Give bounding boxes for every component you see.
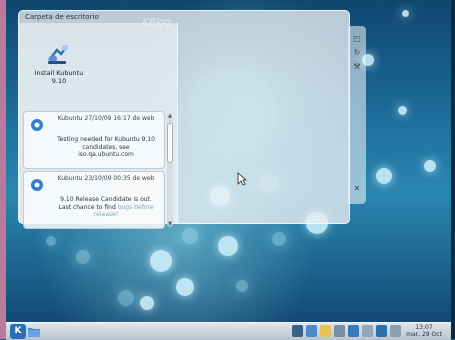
clipboard-icon[interactable]: [362, 325, 373, 337]
resize-icon[interactable]: ◰: [352, 34, 362, 44]
feed-item-body: Testing needed for Kubuntu 9.10 candidat…: [57, 136, 155, 158]
bokeh-light: [376, 168, 392, 184]
taskbar: K 13:07 mar, 29 Oct: [6, 322, 451, 340]
bokeh-light: [236, 280, 248, 292]
mouse-cursor-icon: [237, 172, 247, 186]
folder-view-content: Install Kubuntu 9.10 Kubuntu 27/10/09 16…: [19, 23, 178, 229]
scroll-thumb[interactable]: [167, 123, 173, 163]
volume-icon[interactable]: [348, 325, 359, 337]
folder-view-widget[interactable]: Carpeta de escritorio KBlog Install Kubu…: [18, 10, 350, 229]
news-feed: Kubuntu 27/10/09 16:17 de web Testing ne…: [23, 111, 173, 229]
pager-icon[interactable]: [292, 325, 303, 337]
bokeh-light: [140, 296, 154, 310]
bokeh-light: [272, 232, 286, 246]
installer-icon[interactable]: [45, 40, 71, 66]
clock[interactable]: 13:07 mar, 29 Oct: [400, 324, 448, 338]
bokeh-light: [118, 290, 134, 306]
kubuntu-logo-icon: [31, 119, 43, 131]
clock-date: mar, 29 Oct: [406, 331, 442, 338]
bokeh-light: [46, 236, 56, 246]
folder-view-title: Carpeta de escritorio: [25, 13, 99, 21]
bokeh-light: [398, 106, 407, 115]
feed-item-body: 9.10 Release Candidate is out. Last chan…: [54, 196, 158, 219]
settings-icon[interactable]: ⚒: [352, 62, 362, 72]
network-icon[interactable]: [334, 325, 345, 337]
kickoff-menu-button[interactable]: K: [10, 324, 26, 339]
scroll-down-icon[interactable]: ▼: [167, 221, 173, 227]
bokeh-light: [218, 236, 238, 256]
close-icon[interactable]: ✕: [352, 184, 362, 194]
folder-tray-icon[interactable]: [320, 325, 331, 337]
system-tray: [292, 325, 401, 338]
bokeh-light: [182, 228, 198, 244]
feed-item-header: Kubuntu 27/10/09 16:17 de web: [57, 115, 155, 122]
screen-icon[interactable]: [306, 325, 317, 337]
desktop-wallpaper[interactable]: Carpeta de escritorio KBlog Install Kubu…: [6, 0, 451, 322]
applet-handle[interactable]: ◰ ↻ ⚒ ✕: [348, 26, 366, 204]
feed-scrollbar[interactable]: ▲ ▼: [167, 113, 173, 227]
feed-item[interactable]: Kubuntu 23/10/09 00:35 de web 9.10 Relea…: [23, 171, 165, 229]
folder-icon[interactable]: [28, 326, 40, 337]
bokeh-light: [176, 278, 194, 296]
clock-time: 13:07: [415, 324, 433, 331]
scroll-up-icon[interactable]: ▲: [167, 113, 173, 119]
kubuntu-logo-icon: [31, 179, 43, 191]
feed-item-header: Kubuntu 23/10/09 00:35 de web: [57, 175, 155, 182]
right-frame: [451, 0, 455, 339]
bokeh-light: [424, 160, 436, 172]
feed-item[interactable]: Kubuntu 27/10/09 16:17 de web Testing ne…: [23, 111, 165, 169]
installer-label[interactable]: Install Kubuntu 9.10: [29, 69, 89, 85]
bokeh-light: [402, 10, 409, 17]
rotate-icon[interactable]: ↻: [352, 48, 362, 58]
updates-icon[interactable]: [376, 325, 387, 337]
bokeh-light: [150, 250, 172, 272]
bokeh-light: [76, 250, 90, 264]
